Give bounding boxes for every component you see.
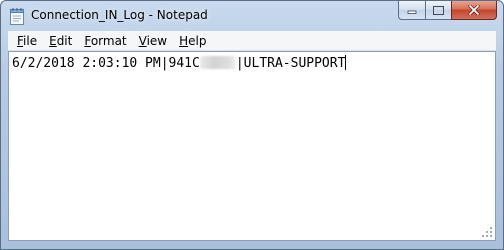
title-bar[interactable]: Connection_IN_Log - Notepad: [1, 1, 503, 31]
redacted-blur: [199, 56, 236, 69]
menu-help[interactable]: Help: [173, 32, 212, 50]
menu-view-accelerator: V: [138, 33, 147, 48]
menu-edit-label: dit: [56, 33, 73, 48]
log-line-prefix: 6/2/2018 2:03:10 PM|941C: [12, 56, 200, 71]
menu-edit-accelerator: E: [49, 33, 57, 48]
menu-format-label: ormat: [90, 33, 127, 48]
close-icon: [468, 5, 480, 15]
menu-format[interactable]: Format: [78, 32, 132, 50]
resize-grip-icon[interactable]: [481, 226, 493, 238]
minimize-button[interactable]: [398, 1, 425, 20]
maximize-icon: [433, 5, 444, 15]
menu-help-label: elp: [188, 33, 207, 48]
minimize-icon: [407, 10, 417, 14]
menu-view[interactable]: View: [133, 32, 173, 50]
notepad-window: Connection_IN_Log - Notepad File Edit Fo…: [0, 0, 504, 250]
menu-edit[interactable]: Edit: [43, 32, 78, 50]
menu-file-label: ile: [23, 33, 38, 48]
maximize-button[interactable]: [425, 1, 451, 20]
menu-file[interactable]: File: [11, 32, 43, 50]
text-caret: [345, 55, 347, 70]
close-button[interactable]: [451, 1, 497, 20]
menu-bar: File Edit Format View Help: [8, 31, 496, 51]
log-line-suffix: |ULTRA-SUPPORT: [235, 56, 346, 71]
menu-help-accelerator: H: [179, 33, 189, 48]
text-editor-area[interactable]: 6/2/2018 2:03:10 PM|941C |ULTRA-SUPPORT: [8, 51, 496, 241]
caption-buttons: [398, 1, 497, 21]
menu-view-label: iew: [146, 33, 168, 48]
notepad-icon: [10, 8, 24, 25]
window-title: Connection_IN_Log - Notepad: [31, 8, 208, 22]
log-line: 6/2/2018 2:03:10 PM|941C |ULTRA-SUPPORT: [12, 55, 347, 72]
